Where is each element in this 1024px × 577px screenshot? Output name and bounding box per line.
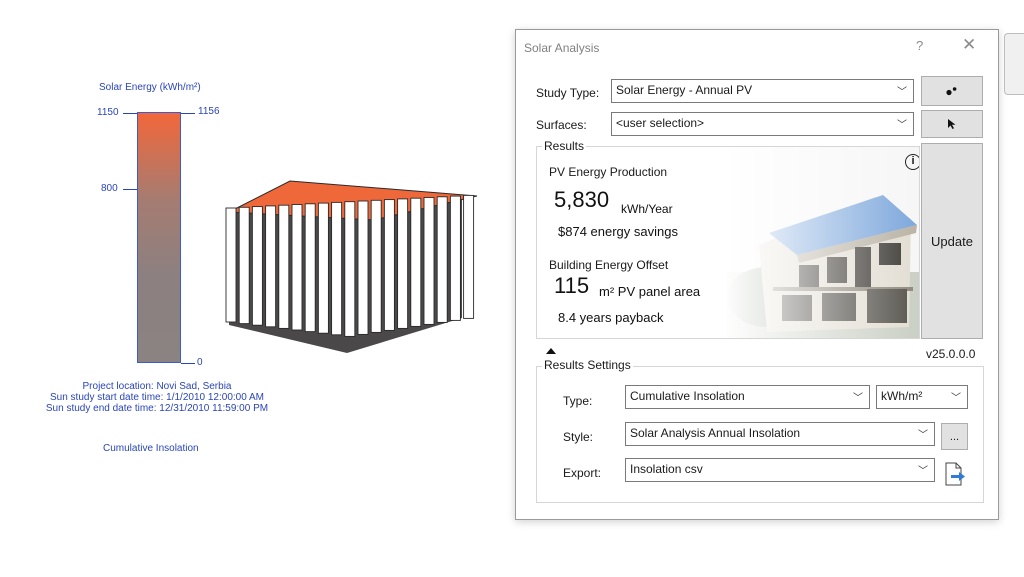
result-type-value: Cumulative Insolation: [630, 389, 745, 403]
facade-fin: [304, 203, 316, 333]
facade-fin: [410, 197, 422, 327]
building-model[interactable]: [212, 170, 487, 355]
legend-tick: [123, 189, 137, 190]
pv-production-label: PV Energy Production: [549, 165, 668, 179]
study-type-value: Solar Energy - Annual PV: [616, 83, 753, 97]
legend-max-left: 1150: [97, 107, 119, 118]
export-select[interactable]: Insolation csv ﹀: [625, 458, 935, 482]
update-button[interactable]: Update: [921, 143, 983, 339]
select-surfaces-button[interactable]: [921, 110, 983, 138]
chevron-down-icon: ﹀: [951, 393, 961, 404]
facade-fin: [317, 202, 329, 334]
facade-fin: [225, 207, 237, 323]
facade-fin: [238, 206, 250, 325]
export-file-icon[interactable]: [942, 461, 966, 487]
building-offset-value: 115: [554, 273, 590, 298]
facade-fin: [370, 199, 382, 333]
energy-savings: $874 energy savings: [558, 224, 678, 239]
legend-title: Solar Energy (kWh/m²): [99, 82, 201, 93]
results-panel: i PV Energy Production 5,830 kWh/Year $8…: [536, 146, 920, 339]
surfaces-label: Surfaces:: [536, 118, 587, 132]
facade-fin: [331, 201, 343, 336]
info-icon[interactable]: i: [905, 154, 919, 170]
unit-select[interactable]: kWh/m² ﹀: [876, 385, 968, 409]
study-type-select[interactable]: Solar Energy - Annual PV ﹀: [611, 79, 914, 103]
legend-min-right: 0: [197, 357, 203, 368]
facade-fin: [344, 201, 356, 337]
legend-tick: [181, 363, 195, 364]
export-value: Insolation csv: [630, 462, 703, 476]
version-label: v25.0.0.0: [926, 347, 976, 361]
chevron-down-icon: ﹀: [897, 87, 907, 98]
close-button[interactable]: ✕: [962, 35, 976, 55]
study-type-label: Study Type:: [536, 86, 600, 100]
sun-study-end: Sun study end date time: 12/31/2010 11:5…: [45, 403, 269, 414]
style-value: Solar Analysis Annual Insolation: [630, 426, 801, 440]
color-scale-bar: [137, 112, 181, 363]
style-more-button[interactable]: ...: [941, 423, 968, 450]
facade-fin: [291, 204, 303, 331]
facade-fin: [383, 199, 395, 331]
unit-value: kWh/m²: [881, 389, 923, 403]
results-settings-label: Results Settings: [542, 358, 633, 372]
surfaces-value: <user selection>: [616, 116, 705, 130]
cursor-arrow-icon: [948, 119, 956, 129]
building-offset-label: Building Energy Offset: [549, 258, 669, 272]
solar-analysis-dialog: Solar Analysis ? ✕ Study Type: Solar Ene…: [515, 29, 999, 520]
facade-fin: [397, 198, 409, 329]
facade-fin: [251, 206, 263, 326]
facade-fin: [357, 200, 369, 335]
dialog-title: Solar Analysis: [524, 41, 600, 55]
facade-fin: [449, 195, 461, 321]
study-info: Project location: Novi Sad, Serbia Sun s…: [28, 381, 286, 414]
style-select[interactable]: Solar Analysis Annual Insolation ﹀: [625, 422, 935, 446]
results-group-label: Results: [542, 139, 587, 153]
study-caption: Cumulative Insolation: [103, 443, 199, 454]
surfaces-select[interactable]: <user selection> ﹀: [611, 112, 914, 136]
chevron-down-icon: ﹀: [853, 393, 863, 404]
payback-years: 8.4 years payback: [558, 310, 664, 325]
facade-fin: [265, 205, 277, 328]
project-location: Project location: Novi Sad, Serbia: [82, 381, 232, 392]
facade-fin: [423, 197, 435, 325]
collapse-triangle-icon[interactable]: [546, 348, 556, 354]
style-label: Style:: [563, 430, 594, 444]
facade-fin: [463, 194, 475, 319]
help-button[interactable]: ?: [916, 38, 923, 53]
legend-max-right: 1156: [198, 106, 220, 117]
gear-icon: [946, 87, 957, 96]
sun-study-start: Sun study start date time: 1/1/2010 12:0…: [49, 392, 265, 403]
chevron-down-icon: ﹀: [918, 466, 928, 477]
type-label: Type:: [563, 394, 593, 408]
export-label: Export:: [563, 466, 602, 480]
legend-tick: [181, 113, 195, 114]
result-type-select[interactable]: Cumulative Insolation ﹀: [625, 385, 870, 409]
side-panel-edge[interactable]: [1004, 33, 1024, 95]
study-type-settings-button[interactable]: [921, 76, 983, 106]
pv-production-unit: kWh/Year: [621, 202, 673, 216]
legend-mid-left: 800: [101, 183, 118, 194]
chevron-down-icon: ﹀: [918, 430, 928, 441]
pv-panel-area: m² PV panel area: [599, 284, 701, 299]
facade-fin: [278, 204, 290, 329]
facade-fin: [436, 196, 448, 323]
chevron-down-icon: ﹀: [897, 120, 907, 131]
legend-tick: [123, 113, 137, 114]
pv-production-value: 5,830: [554, 187, 610, 212]
